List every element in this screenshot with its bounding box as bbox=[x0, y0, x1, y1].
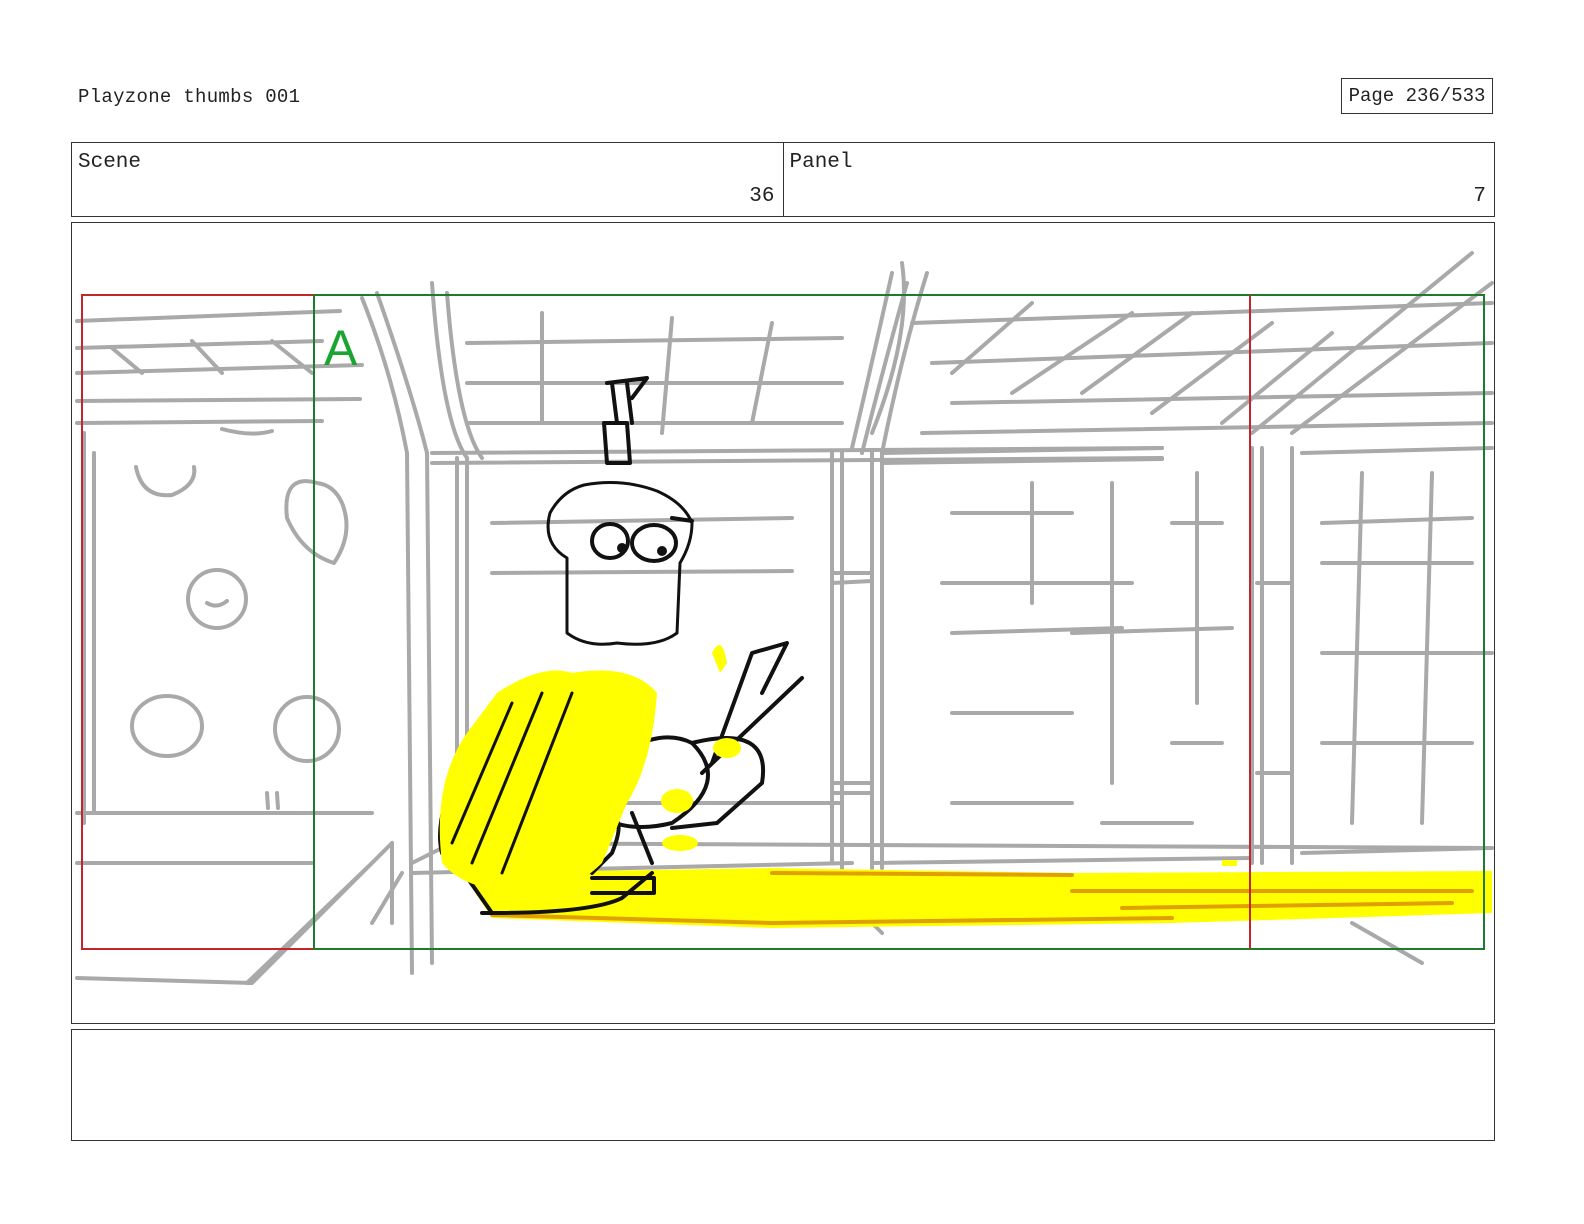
notes-box bbox=[71, 1029, 1495, 1141]
page-indicator: Page 236/533 bbox=[1341, 78, 1493, 114]
scene-panel-row: Scene 36 Panel 7 bbox=[71, 142, 1495, 217]
storyboard-frame: A bbox=[71, 222, 1495, 1024]
yellow-spill bbox=[462, 860, 1492, 928]
panel-label: Panel bbox=[789, 151, 853, 174]
document-title: Playzone thumbs 001 bbox=[78, 86, 301, 108]
scene-label: Scene bbox=[78, 151, 142, 174]
panel-cell: Panel 7 bbox=[782, 143, 1495, 216]
scene-number: 36 bbox=[749, 185, 775, 208]
storyboard-sketch: A bbox=[75, 251, 1494, 985]
panel-number: 7 bbox=[1473, 185, 1486, 208]
camera-label: A bbox=[324, 320, 358, 376]
scene-cell: Scene 36 bbox=[72, 143, 783, 216]
yellow-cloth bbox=[439, 645, 741, 893]
